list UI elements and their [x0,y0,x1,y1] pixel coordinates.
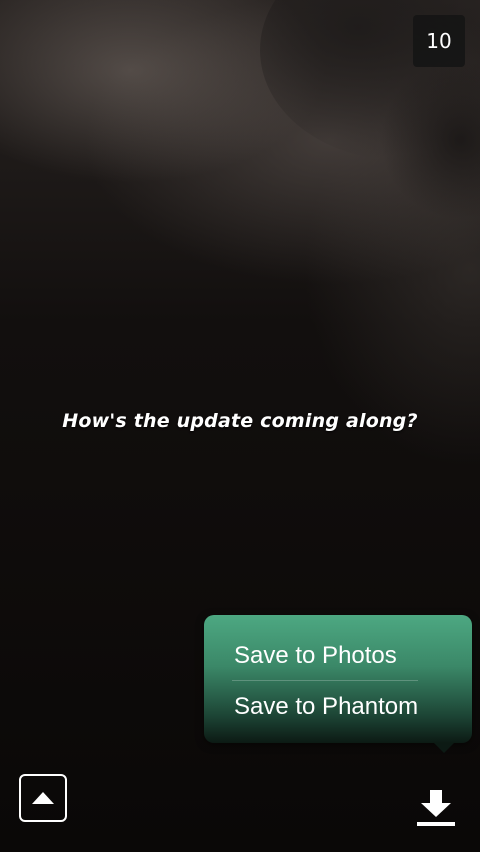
download-icon [417,790,455,826]
triangle-up-icon [32,792,54,804]
download-button[interactable] [412,786,460,830]
snap-viewer[interactable]: 10 How's the update coming along? Save t… [0,0,480,852]
save-to-photos-option[interactable]: Save to Photos [234,641,397,671]
save-to-phantom-option[interactable]: Save to Phantom [234,692,418,722]
photo-background-shadow [380,60,480,220]
menu-divider [232,680,418,681]
snap-caption: How's the update coming along? [62,410,418,432]
timer-counter: 10 [413,15,465,67]
save-menu-popover: Save to Photos Save to Phantom [204,615,472,753]
expand-up-button[interactable] [19,774,67,822]
